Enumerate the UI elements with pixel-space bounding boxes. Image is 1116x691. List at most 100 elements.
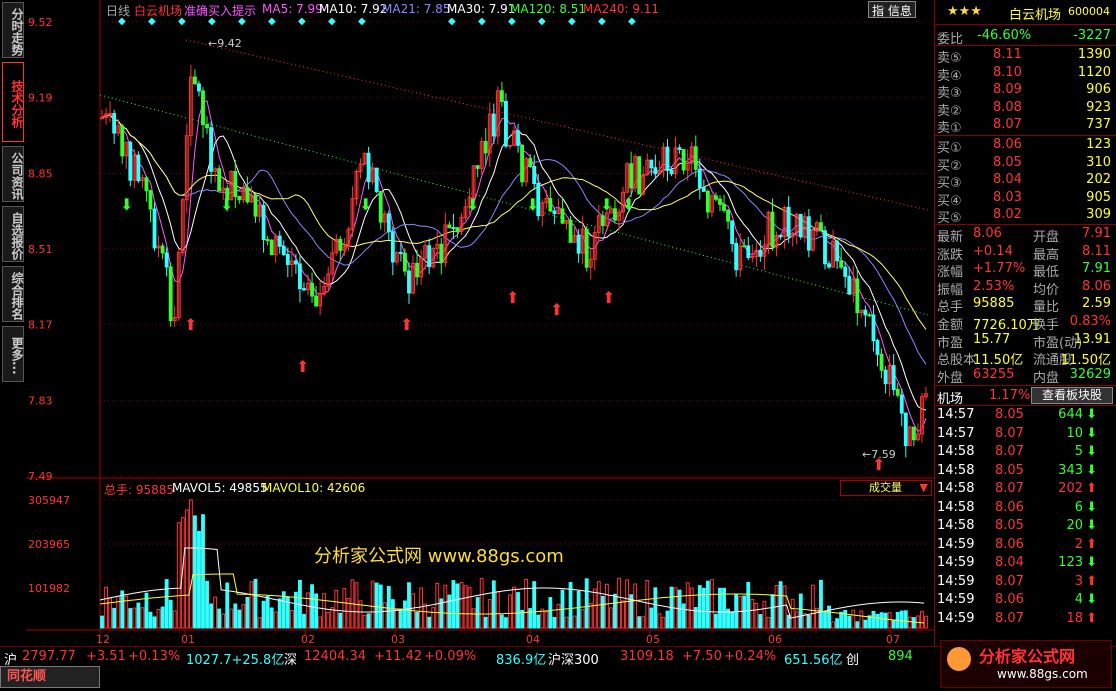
tick-time: 14:58 bbox=[937, 481, 975, 496]
tick-price: 8.07 bbox=[995, 610, 1024, 626]
chinext-index[interactable]: 894 bbox=[888, 649, 913, 664]
arrow-up-icon: ⬆ bbox=[1086, 610, 1097, 626]
stat-value: +1.77% bbox=[973, 261, 1026, 277]
bid-price: 8.06 bbox=[993, 137, 1022, 152]
arrow-down-icon: ⬇ bbox=[1086, 518, 1097, 533]
left-tab-bar: 分时走势 技术分析 公司资讯 自选报价 综合排名 更多... bbox=[0, 0, 26, 646]
hs300-index[interactable]: 3109.18 bbox=[620, 649, 674, 664]
date-axis-label: 07 bbox=[886, 633, 900, 646]
view-sector-button[interactable]: 查看板块股 bbox=[1031, 387, 1113, 404]
sell-signal-icon: ⬇ bbox=[120, 195, 133, 214]
stat-row: 总股本 11.50亿 流通股 11.50亿 bbox=[935, 349, 1116, 368]
tick-price: 8.06 bbox=[995, 536, 1024, 552]
stat-label: 金额 bbox=[937, 318, 964, 333]
date-axis-label: 02 bbox=[301, 633, 315, 646]
bid-label: 买① bbox=[937, 141, 962, 156]
tab-technical[interactable]: 技术分析 bbox=[2, 62, 24, 142]
ask-label: 卖② bbox=[937, 103, 962, 119]
price-axis-label: 9.19 bbox=[28, 92, 53, 105]
date-axis-label: 01 bbox=[181, 633, 195, 646]
ma10-label: MA10: 7.92 bbox=[319, 2, 388, 16]
tick-volume: 644 bbox=[1058, 407, 1083, 422]
date-axis-label: 04 bbox=[526, 633, 540, 646]
arrow-up-icon: ⬆ bbox=[1086, 573, 1097, 589]
stat-row: 涨幅 +1.77% 最低 7.91 bbox=[935, 261, 1116, 281]
stat-label: 涨跌 bbox=[937, 247, 964, 263]
stat-label-2: 均价 bbox=[1033, 282, 1060, 298]
stat-value-2: 13.91 bbox=[1073, 331, 1111, 347]
arrow-down-icon: ⬇ bbox=[1086, 592, 1097, 607]
tick-price: 8.07 bbox=[995, 573, 1024, 589]
info-button[interactable]: 指 信息 bbox=[868, 1, 916, 18]
tab-more[interactable]: 更多... bbox=[2, 326, 24, 382]
high-annotation: ←9.42 bbox=[208, 37, 242, 50]
sz-index[interactable]: 12404.34 bbox=[304, 649, 366, 664]
hs300-pct: +0.24% bbox=[724, 649, 777, 664]
arrow-down-icon: ⬇ bbox=[1086, 499, 1097, 515]
tick-time: 14:57 bbox=[937, 425, 975, 441]
bid-volume: 905 bbox=[1086, 189, 1111, 205]
tick-row: 14:58 8.05 20 ⬇ bbox=[935, 518, 1116, 535]
indicator-dropdown-value: 成交量 bbox=[869, 481, 902, 494]
tick-time: 14:58 bbox=[937, 499, 975, 515]
stat-label: 最新 bbox=[937, 230, 964, 245]
hs300-label: 沪深300 bbox=[548, 653, 599, 668]
price-axis-label: 7.49 bbox=[28, 470, 53, 483]
volume-axis-label: 101982 bbox=[28, 582, 70, 595]
indicator-name-label[interactable]: 准确买入提示 bbox=[184, 2, 256, 18]
tab-company-news[interactable]: 公司资讯 bbox=[2, 146, 24, 202]
volume-axis-label: 203965 bbox=[28, 538, 70, 551]
bid-label: 买③ bbox=[937, 176, 962, 192]
sh-index[interactable]: 2797.77 bbox=[22, 649, 76, 664]
bid-label: 买④ bbox=[937, 193, 962, 209]
tick-time: 14:57 bbox=[937, 407, 975, 422]
tick-volume: 123 bbox=[1058, 555, 1083, 570]
bid-volume: 202 bbox=[1086, 172, 1111, 188]
tab-intraday[interactable]: 分时走势 bbox=[2, 2, 24, 58]
stat-value: +0.14 bbox=[973, 243, 1013, 259]
tick-price: 8.07 bbox=[995, 444, 1024, 459]
ask-label: 卖⑤ bbox=[937, 51, 962, 66]
stat-row: 总手 95885 量比 2.59 bbox=[935, 296, 1116, 315]
ask-price: 8.08 bbox=[993, 99, 1022, 115]
ma120-label: MA120: 8.51 bbox=[510, 2, 587, 16]
bid-row: 买③ 8.04 202 bbox=[935, 172, 1116, 192]
webi-pct: -46.60% bbox=[977, 28, 1032, 43]
kline-chart-area[interactable]: ⬇ ⬇ ⬇ ⬇ ⬇ ⬇ ⬇ ⬆ ⬆ ⬆ ⬆ ⬆ ⬆ ⬆ ◆ ◆ ◆ ◆ ◆ ◆ ◆ ◆ ◆ ◆ ◆ ◆ ◆ ◆ ◆ ◆ 9.52 9.19 8… bbox=[26, 0, 934, 646]
price-axis-label: 7.83 bbox=[28, 394, 53, 407]
ask-row: 卖③ 8.09 906 bbox=[935, 82, 1116, 101]
bid-volume: 310 bbox=[1086, 154, 1111, 170]
app-window: 分时走势 技术分析 公司资讯 自选报价 综合排名 更多... ⬇ ⬇ ⬇ ⬇ ⬇ ⬇ ⬇ ⬆ ⬆… bbox=[0, 0, 1116, 691]
ask-volume: 1120 bbox=[1077, 64, 1111, 80]
sell-signal-icon: ⬇ bbox=[622, 195, 635, 214]
stock-title: 白云机场 bbox=[1009, 8, 1062, 23]
ask-row: 卖⑤ 8.11 1390 bbox=[935, 47, 1116, 66]
bid-row: 买⑤ 8.02 309 bbox=[935, 207, 1116, 226]
tick-price: 8.05 bbox=[995, 518, 1024, 533]
hs300-change: +7.50 bbox=[682, 649, 722, 664]
watermark-text: 分析家公式网 www.88gs.com bbox=[314, 546, 564, 567]
tick-volume: 18 bbox=[1066, 610, 1083, 626]
tick-row: 14:58 8.06 6 ⬇ bbox=[935, 500, 1116, 517]
stat-row: 最新 8.06 开盘 7.91 bbox=[935, 226, 1116, 245]
buy-signal-icon: ⬆ bbox=[506, 288, 519, 307]
indicator-dropdown[interactable]: 成交量 ▼ bbox=[840, 480, 932, 496]
stock-name-label: 白云机场 bbox=[134, 4, 183, 18]
stat-value: 8.06 bbox=[973, 226, 1002, 241]
bid-row: 买④ 8.03 905 bbox=[935, 189, 1116, 209]
sh-amount: 1027.7+25.8亿 bbox=[186, 653, 285, 668]
logo-watermark: 分析家公式网 www.88gs.com bbox=[940, 640, 1112, 688]
tick-price: 8.05 bbox=[995, 462, 1024, 478]
price-axis-label: 8.17 bbox=[28, 319, 53, 332]
ask-row: 卖② 8.08 923 bbox=[935, 99, 1116, 119]
brand-label[interactable]: 同花顺 bbox=[0, 666, 100, 688]
arrow-down-icon: ⬇ bbox=[1086, 555, 1097, 570]
logo-text: 分析家公式网 bbox=[979, 647, 1076, 666]
stat-label: 涨幅 bbox=[937, 265, 964, 281]
tick-volume: 4 bbox=[1074, 592, 1083, 607]
tab-watchlist[interactable]: 自选报价 bbox=[2, 206, 24, 262]
stat-label: 振幅 bbox=[937, 282, 964, 298]
tab-ranking[interactable]: 综合排名 bbox=[2, 266, 24, 322]
volume-axis-label: 305947 bbox=[28, 494, 70, 507]
ask-row: 卖① 8.07 737 bbox=[935, 117, 1116, 136]
